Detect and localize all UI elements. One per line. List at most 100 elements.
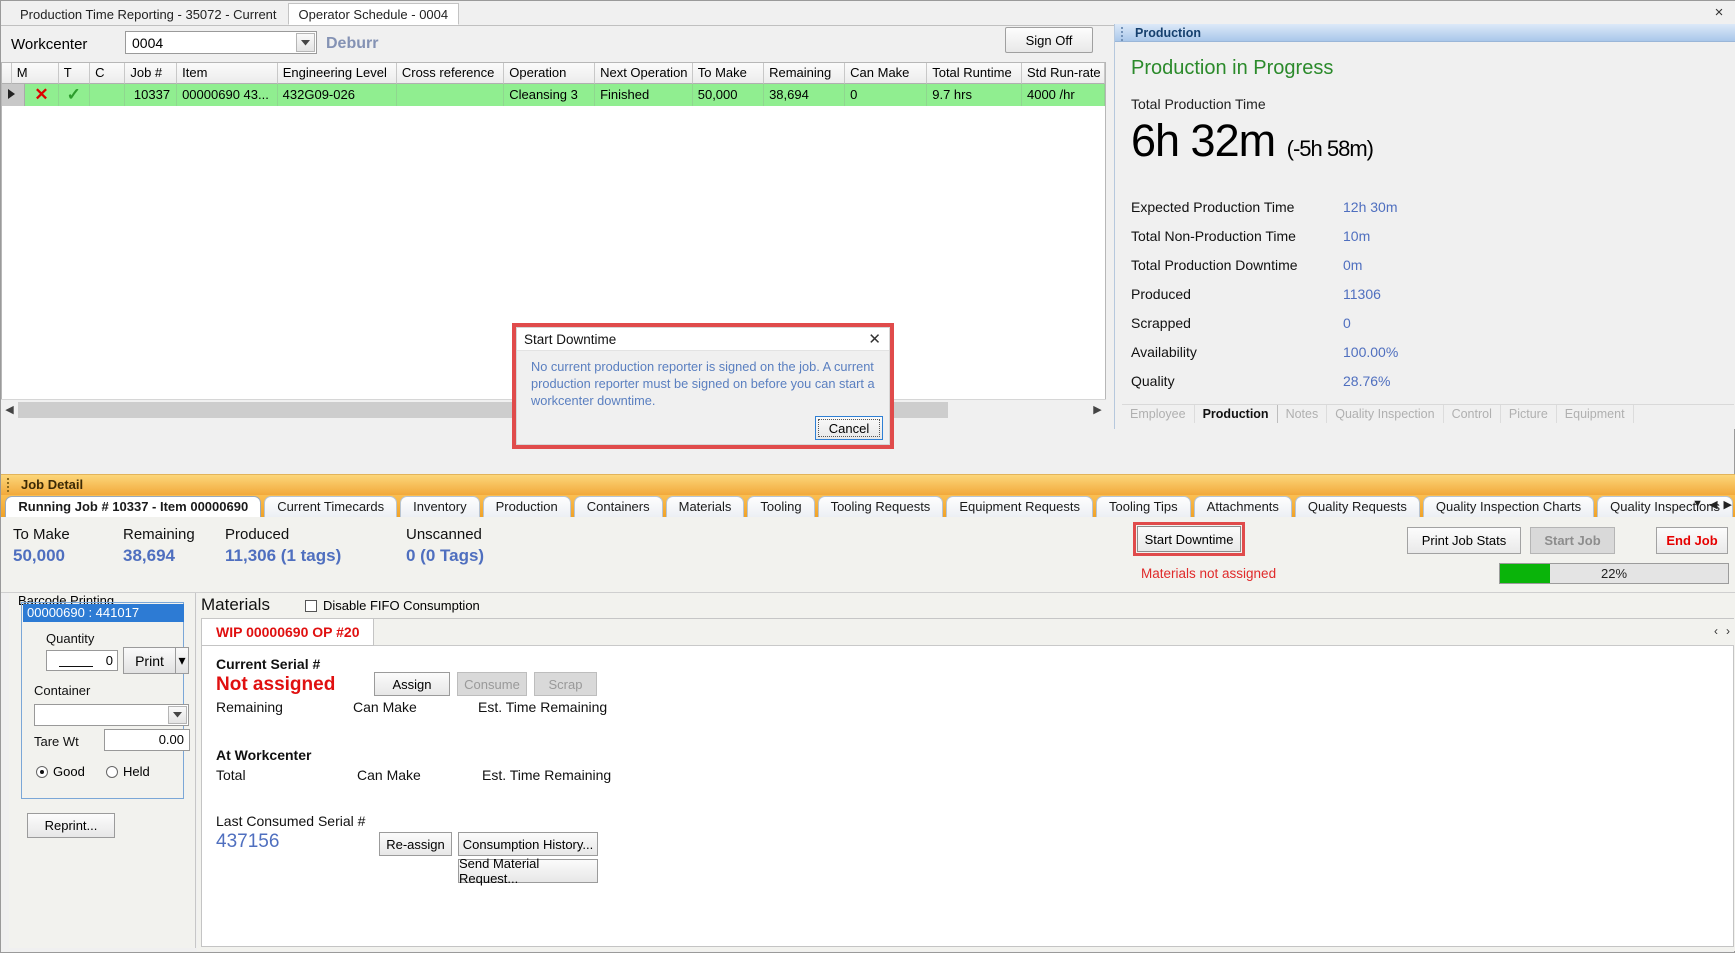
grid-header-can-make[interactable]: Can Make [845,63,928,84]
tab-wip-00000690-op20[interactable]: WIP 00000690 OP #20 [201,619,375,646]
stat-produced-value: 11,306 (1 tags) [225,546,342,565]
cancel-button[interactable]: Cancel [815,416,883,440]
start-downtime-button[interactable]: Start Downtime [1133,522,1245,556]
production-heading: Production in Progress [1131,57,1334,79]
reprint-button[interactable]: Reprint... [27,813,115,838]
grid-header-row: M T C Job # Item Engineering Level Cross… [2,63,1105,84]
workcenter-select[interactable]: 0004 [125,31,317,54]
grid-header-total-runtime[interactable]: Total Runtime [927,63,1022,84]
grid-header-next-operation[interactable]: Next Operation [595,63,693,84]
stat-value: 0m [1343,256,1363,273]
grid-header-cross-reference[interactable]: Cross reference [396,63,505,84]
tab-tooling-tips[interactable]: Tooling Tips [1096,496,1191,517]
chevron-down-icon[interactable] [296,33,315,52]
cell-next-operation: Finished [595,84,693,106]
cell-item: 00000690 43... [177,84,278,106]
assign-button[interactable]: Assign [374,672,450,696]
stat-label: Quality [1131,372,1175,389]
print-button[interactable]: Print [123,647,176,674]
start-job-button[interactable]: Start Job [1530,527,1615,554]
stat-produced: Produced 11,306 (1 tags) [225,526,341,566]
scrap-button[interactable]: Scrap [534,672,597,696]
remaining-label: Remaining [216,699,283,715]
consume-button[interactable]: Consume [457,672,527,696]
barcode-selected-item[interactable]: 00000690 : 441017 [23,604,184,622]
progress-label: 22% [1600,566,1628,581]
checkbox-icon[interactable] [305,599,317,612]
tab-list-dropdown-icon[interactable]: ▼ [1692,498,1703,511]
est-time-remaining-label: Est. Time Remaining [478,699,608,715]
materials-scroll-right-icon[interactable]: › [1726,624,1730,638]
tab-job-production[interactable]: Production [482,496,571,517]
grid-header-job[interactable]: Job # [125,63,178,84]
tab-quality-inspection[interactable]: Quality Inspection [1327,405,1444,423]
window-tabs: Production Time Reporting - 35072 - Curr… [9,3,460,25]
re-assign-button[interactable]: Re-assign [379,832,452,856]
tab-inventory[interactable]: Inventory [400,496,480,517]
stat-value: 28.76% [1343,372,1391,389]
quantity-input[interactable]: 0 [46,650,118,671]
close-icon[interactable]: ✕ [868,330,881,349]
grid-header-engineering-level[interactable]: Engineering Level [277,63,397,84]
stat-scrapped: Scrapped 0 [1131,308,1735,337]
progress-fill [1500,564,1551,583]
drag-grip-icon[interactable] [7,478,10,492]
job-tab-nav: ▼ ◀ ▶ [1692,498,1732,511]
tab-attachments[interactable]: Attachments [1193,496,1292,517]
print-job-stats-button[interactable]: Print Job Stats [1407,527,1521,554]
tab-quality-requests[interactable]: Quality Requests [1294,496,1420,517]
radio-held[interactable]: Held [106,764,150,779]
materials-scroll-left-icon[interactable]: ‹ [1714,624,1718,638]
tab-current-timecards[interactable]: Current Timecards [264,496,398,517]
tab-equipment[interactable]: Equipment [1557,405,1634,423]
grid-header-std-run-rate[interactable]: Std Run-rate [1021,63,1105,84]
tab-tooling[interactable]: Tooling [747,496,815,517]
tab-control[interactable]: Control [1444,405,1501,423]
tab-production[interactable]: Production [1195,405,1278,423]
materials-tab-strip: WIP 00000690 OP #20 ‹ › [201,619,1734,646]
tare-wt-input[interactable]: 0.00 [104,729,190,751]
window-tab-operator-schedule[interactable]: Operator Schedule - 0004 [287,3,460,25]
tab-materials[interactable]: Materials [665,496,745,517]
consumption-history-button[interactable]: Consumption History... [458,832,598,856]
total-production-time-number: 6h 32m [1131,115,1276,166]
scroll-left-icon[interactable]: ◀ [1,400,18,419]
grid-header-to-make[interactable]: To Make [692,63,765,84]
tab-scroll-right-icon[interactable]: ▶ [1724,498,1732,511]
tab-running-job[interactable]: Running Job # 10337 - Item 00000690 [5,496,262,517]
scroll-right-icon[interactable]: ▶ [1089,400,1106,419]
tab-picture[interactable]: Picture [1501,405,1557,423]
table-row[interactable]: ✕ ✓ 10337 00000690 43... 432G09-026 Clea… [2,84,1106,106]
stat-remaining-value: 38,694 [123,546,175,565]
production-panel-body: Production in Progress Total Production … [1115,42,1735,395]
job-detail-tab-strip: Running Job # 10337 - Item 00000690 Curr… [1,495,1735,517]
quantity-value: 0 [105,653,113,668]
tab-containers[interactable]: Containers [573,496,663,517]
tab-notes[interactable]: Notes [1278,405,1328,423]
send-material-request-button[interactable]: Send Material Request... [458,856,598,886]
grid-header-t[interactable]: T [58,63,91,84]
sign-off-button[interactable]: Sign Off [1005,27,1093,53]
end-job-button[interactable]: End Job [1656,527,1728,554]
grid-header-remaining[interactable]: Remaining [764,63,846,84]
tab-quality-inspection-charts[interactable]: Quality Inspection Charts [1422,496,1595,517]
tab-scroll-left-icon[interactable]: ◀ [1709,498,1717,511]
drag-grip-icon[interactable] [1121,27,1124,41]
grid-header-c[interactable]: C [90,63,126,84]
disable-fifo-checkbox[interactable]: Disable FIFO Consumption [305,598,480,613]
tab-tooling-requests[interactable]: Tooling Requests [817,496,944,517]
stat-produced-label: Produced [225,526,290,543]
grid-header-operation[interactable]: Operation [504,63,596,84]
grid-header-item[interactable]: Item [177,63,278,84]
print-dropdown-icon[interactable]: ▾ [176,647,189,674]
radio-good[interactable]: Good [36,764,85,779]
dialog-title-bar: Start Downtime ✕ [517,328,889,351]
chevron-down-icon[interactable] [168,706,187,724]
container-select[interactable] [34,704,189,726]
tab-equipment-requests[interactable]: Equipment Requests [946,496,1093,517]
production-stats-list: Expected Production Time 12h 30m Total N… [1131,192,1735,395]
tab-employee[interactable]: Employee [1122,405,1195,423]
window-tab-production-time-reporting[interactable]: Production Time Reporting - 35072 - Curr… [9,3,288,25]
close-icon[interactable]: × [1708,3,1730,23]
grid-header-m[interactable]: M [11,63,59,84]
